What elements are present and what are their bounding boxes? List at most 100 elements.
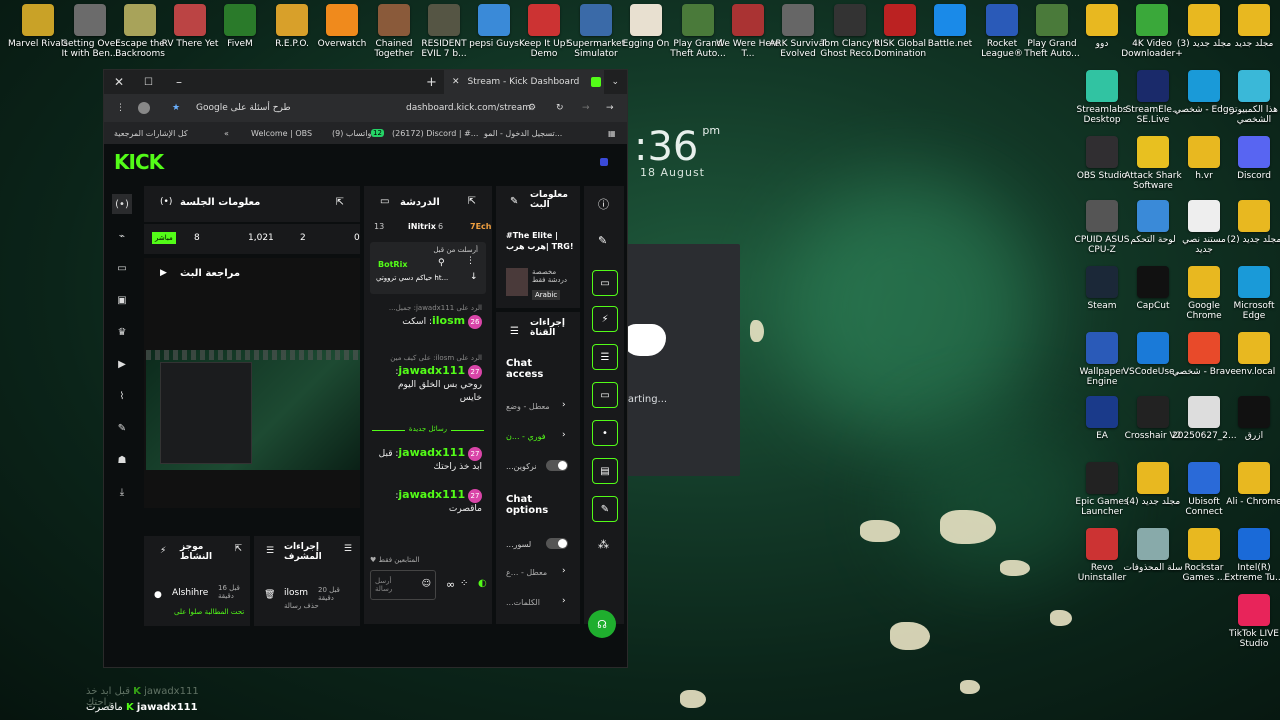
toggle-switch[interactable] (546, 460, 568, 471)
more-icon[interactable]: ⋮ (466, 256, 475, 266)
apps-grid-icon[interactable]: ▦ (608, 129, 616, 138)
bookmark-all[interactable]: كل الإشارات المرجعية (114, 129, 188, 138)
nav-users-icon[interactable]: ☗ (112, 450, 132, 470)
emoji-icon[interactable]: ☺ (422, 579, 431, 589)
bookmark-obs[interactable]: Welcome | OBS (251, 129, 312, 138)
nav-live-icon[interactable]: (•) (112, 194, 132, 214)
settings-dots-icon[interactable]: ⁘ (460, 578, 468, 589)
url-text[interactable]: dashboard.kick.com/stream (406, 103, 531, 113)
profile-avatar[interactable] (138, 102, 150, 114)
users-icon[interactable]: ⁂ (598, 538, 609, 551)
edit-icon[interactable]: ✎ (598, 234, 607, 247)
desktop-icon[interactable]: TikTok LIVE Studio (1222, 594, 1280, 656)
desktop-icon[interactable]: ازرق (1222, 396, 1280, 458)
app-icon (1137, 200, 1169, 232)
desktop-icon[interactable]: .env.local (1222, 332, 1280, 394)
minimize-icon[interactable]: – (176, 75, 182, 89)
chevron-right-icon[interactable]: › (562, 566, 566, 576)
bookmark-discord[interactable]: (26172) Discord | #... (392, 129, 478, 138)
back-icon[interactable]: → (606, 103, 614, 113)
pin-icon[interactable]: ⚲ (438, 258, 445, 268)
rail-live-icon[interactable]: • (592, 420, 618, 446)
desktop-icon[interactable]: هذا الكمبيوتر الشخصي (1222, 70, 1280, 132)
app-icon (1137, 396, 1169, 428)
stream-preview-video[interactable] (146, 350, 360, 470)
maximize-icon[interactable]: ☐ (144, 77, 153, 88)
nav-download-icon[interactable]: ⤓ (112, 482, 132, 502)
chat-message[interactable]: 27 jawadx111: ماقصرت (374, 488, 482, 516)
expand-icon[interactable]: ↓ (470, 272, 478, 282)
chat-input-placeholder: أرسل رسالة (375, 577, 393, 593)
language-tag: Arabic (532, 290, 561, 300)
nav-link-icon[interactable]: ⌁ (112, 226, 132, 246)
chat-user[interactable]: jawadx111 (398, 488, 465, 501)
chat-option-row[interactable]: معطل - ...ع (506, 568, 547, 577)
popout-icon[interactable]: ⇱ (468, 196, 476, 207)
chevron-right-icon[interactable]: › (562, 430, 566, 440)
close-window-icon[interactable]: ✕ (114, 75, 124, 89)
infinity-icon[interactable]: ∞ (446, 578, 455, 591)
nav-grid-icon[interactable]: ▣ (112, 290, 132, 310)
desktop-icon[interactable]: مجلد جديد (2) (1222, 200, 1280, 262)
chat-user[interactable]: ilosm (432, 314, 465, 327)
chat-message[interactable]: 26 ilosm: اسكت (374, 314, 482, 329)
activity-title: موجز النشاط (180, 542, 213, 562)
preview-title: مراجعة البث (180, 268, 241, 279)
chat-access-row[interactable]: معطل - وضع (506, 402, 550, 411)
send-icon[interactable]: ◐ (478, 578, 487, 589)
chevron-left-icon[interactable]: « (224, 129, 229, 138)
site-settings-icon[interactable]: ⚙ (528, 103, 536, 113)
rail-bolt-icon[interactable]: ⚡ (592, 306, 618, 332)
toggle-switch[interactable] (546, 538, 568, 549)
bookmark-whatsapp[interactable]: واتساب (9) (332, 129, 371, 138)
chat-user[interactable]: jawadx111 (398, 446, 465, 459)
rail-window-icon[interactable]: ▭ (592, 270, 618, 296)
tab-kick-dashboard[interactable]: ✕ Stream - Kick Dashboard (444, 70, 604, 94)
popout-icon[interactable]: ⇱ (336, 197, 344, 208)
new-tab-icon[interactable]: + (426, 75, 437, 90)
chat-option-row[interactable]: ...الكلمات (506, 598, 540, 607)
channel-actions-title: إجراءات القناة (530, 318, 565, 338)
browser-window[interactable]: ✕ ☐ – + ✕ Stream - Kick Dashboard ⌄ ⋮ ★ … (103, 69, 628, 668)
chat-input[interactable]: أرسل رسالة ☺ (370, 570, 436, 600)
more-menu-icon[interactable]: ⋮ (116, 103, 125, 113)
pinned-message[interactable]: أرسلت من قبل ⚲ ⋮ BotRix حياكم دسي ترووتي… (370, 242, 486, 294)
chat-user[interactable]: jawadx111 (398, 364, 465, 377)
rail-list-icon[interactable]: ☰ (592, 344, 618, 370)
close-tab-icon[interactable]: ✕ (452, 77, 460, 87)
app-icon (1188, 4, 1220, 36)
status-badge: مباشر (152, 232, 176, 244)
chat-access-row[interactable]: فوري - ...ن (506, 432, 546, 441)
wallpaper-glow (780, 180, 1040, 440)
desktop-icon[interactable]: Microsoft Edge (1222, 266, 1280, 328)
notification-icon[interactable] (600, 158, 608, 166)
forward-icon[interactable]: → (582, 103, 590, 113)
nav-tools-icon[interactable]: ✎ (112, 418, 132, 438)
chevron-down-icon[interactable]: ⌄ (611, 77, 619, 87)
bookmark-login[interactable]: تسجيل الدخول - المو... (484, 129, 562, 138)
chevron-right-icon[interactable]: › (562, 400, 566, 410)
kick-logo[interactable]: KICK (114, 150, 164, 174)
nav-trophy-icon[interactable]: ♛ (112, 322, 132, 342)
chevron-right-icon[interactable]: › (562, 596, 566, 606)
desktop-icon[interactable]: مجلد جديد (1222, 4, 1280, 66)
rail-trash-icon[interactable]: ▤ (592, 458, 618, 484)
desktop-icon[interactable]: Ali - Chrome (1222, 462, 1280, 524)
rail-wrench-icon[interactable]: ✎ (592, 496, 618, 522)
reload-icon[interactable]: ↻ (556, 103, 564, 113)
info-icon[interactable]: ⓘ (598, 196, 609, 212)
desktop-icon[interactable]: Discord (1222, 136, 1280, 198)
support-headset-icon[interactable]: ☊ (588, 610, 616, 638)
nav-analytics-icon[interactable]: ⌇ (112, 386, 132, 406)
nav-window-icon[interactable]: ▭ (112, 258, 132, 278)
clock-ampm: pm (702, 124, 721, 137)
rail-chat-icon[interactable]: ▭ (592, 382, 618, 408)
chat-message[interactable]: 27 jawadx111: روحي بس الخلق اليوم خايس (374, 364, 482, 405)
star-icon[interactable]: ★ (172, 103, 180, 113)
desktop-icon[interactable]: Intel(R) Extreme Tu... (1222, 528, 1280, 590)
nav-video-icon[interactable]: ▶ (112, 354, 132, 374)
followers-only: ♥ المتابعين فقط (370, 556, 420, 564)
chat-message[interactable]: 27 jawadx111: قبل ابد خذ راحتك (374, 446, 482, 474)
popout-icon[interactable]: ⇱ (234, 544, 242, 554)
filter-icon[interactable]: ☰ (344, 544, 352, 554)
